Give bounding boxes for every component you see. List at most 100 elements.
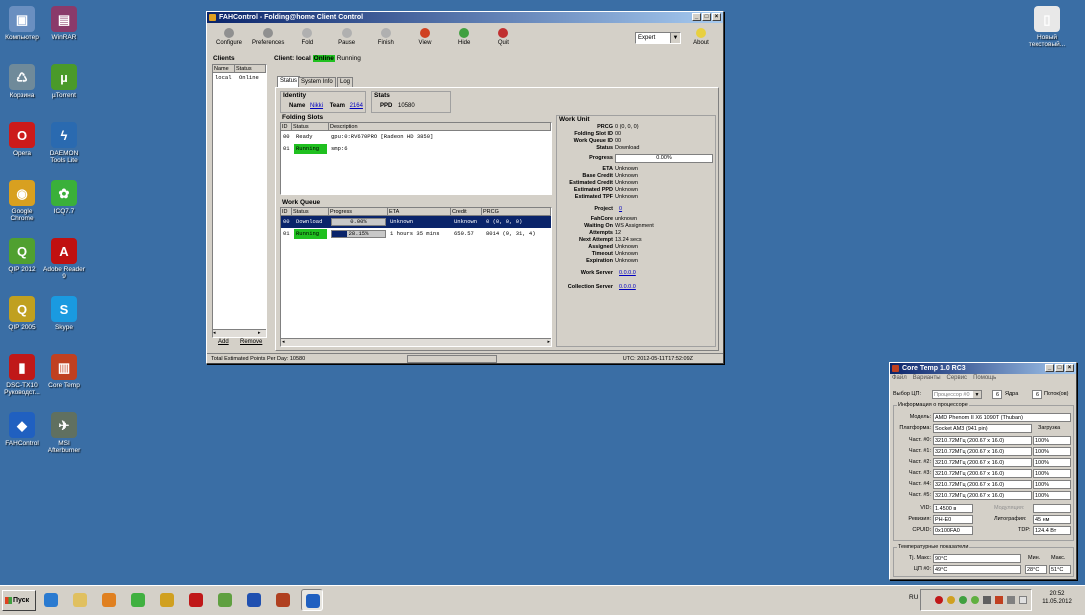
desktop-icon[interactable]: ϟ DAEMON Tools Lite	[42, 122, 86, 164]
scroll-left-icon[interactable]: ◂	[213, 330, 221, 336]
queue-col-eta[interactable]: ETA	[388, 208, 451, 216]
queue-col-progress[interactable]: Progress	[329, 208, 388, 216]
queue-row[interactable]: 01 Running 28.15% 1 hours 35 mins 650.57 8014…	[281, 228, 551, 240]
chevron-down-icon[interactable]: ▼	[670, 33, 680, 43]
desktop-icon[interactable]: ✈ MSI Afterburner	[42, 412, 86, 454]
menu-item[interactable]: Помощь	[973, 375, 996, 381]
tab-log[interactable]: Log	[337, 77, 354, 87]
desktop-icon[interactable]: ◆ FAHControl	[0, 412, 44, 447]
coretemp-titlebar[interactable]: Core Temp 1.0 RC3 _ □ ×	[890, 363, 1076, 374]
tray-chrome-icon[interactable]	[947, 596, 955, 604]
queue-col-credit[interactable]: Credit	[451, 208, 482, 216]
start-button[interactable]: Пуск	[2, 590, 36, 611]
taskbar-qip-button[interactable]	[214, 589, 236, 611]
slots-col-status[interactable]: Status	[292, 123, 329, 131]
queue-col-prcg[interactable]: PRCG	[482, 208, 551, 216]
modulation-label: Модуляция:	[994, 505, 1025, 511]
tab-status[interactable]: Status	[277, 76, 301, 87]
wu-link[interactable]: 0	[619, 206, 622, 212]
queue-row[interactable]: 00 Download 0.00% Unknown Unknown 0 (0, 0, 0)	[281, 216, 551, 228]
queue-col-id[interactable]: ID	[281, 208, 292, 216]
taskbar-chrome-button[interactable]	[156, 589, 178, 611]
desktop-icon[interactable]: Q QIP 2012	[0, 238, 44, 273]
desktop-icon[interactable]: S Skype	[42, 296, 86, 331]
desktop-icon[interactable]: Q QIP 2005	[0, 296, 44, 331]
taskbar-media-player-button[interactable]	[98, 589, 120, 611]
folding-slots-table[interactable]: ID Status Description 00 Ready gpu:0:RV670…	[280, 122, 552, 195]
desktop-icon[interactable]: ▥ Core Temp	[42, 354, 86, 389]
close-button[interactable]: ×	[1065, 364, 1074, 372]
taskbar-explorer-button[interactable]	[69, 589, 91, 611]
scroll-left-icon[interactable]: ◂	[282, 339, 285, 345]
team-link[interactable]: 2164	[350, 103, 363, 109]
desktop-icon[interactable]: O Opera	[0, 122, 44, 157]
about-button[interactable]: About	[683, 28, 719, 46]
mode-select[interactable]: Expert ▼	[635, 32, 681, 44]
tray-opera-icon[interactable]	[935, 596, 943, 604]
remove-button[interactable]: Remove	[240, 339, 262, 345]
toolbar-quit-button[interactable]: Quit	[485, 28, 521, 46]
desktop-icon[interactable]: ◉ Google Chrome	[0, 180, 44, 222]
tray-flag-icon[interactable]	[1019, 596, 1027, 604]
taskbar-fahcontrol-button[interactable]	[301, 589, 323, 611]
menu-item[interactable]: Варианты	[913, 375, 941, 381]
work-queue-table[interactable]: ID Status Progress ETA Credit PRCG 00 Dow…	[280, 207, 552, 347]
slots-col-id[interactable]: ID	[281, 123, 292, 131]
tray-coretemp-icon[interactable]	[995, 596, 1003, 604]
toolbar-pause-button[interactable]: Pause	[329, 28, 365, 46]
tray-network-icon[interactable]	[983, 596, 991, 604]
queue-hscrollbar[interactable]: ◂ ▸	[281, 338, 551, 346]
tab-system-info[interactable]: System Info	[298, 77, 336, 87]
desktop-icon[interactable]: ♺ Корзина	[0, 64, 44, 99]
desktop-icon[interactable]: ▯ Новый текстовый...	[1025, 6, 1069, 48]
language-indicator[interactable]: RU	[909, 594, 918, 601]
toolbar-fold-button[interactable]: Fold	[289, 28, 325, 46]
toolbar-finish-button[interactable]: Finish	[368, 28, 404, 46]
toolbar-configure-button[interactable]: Configure	[211, 28, 247, 46]
slot-row[interactable]: 01 Running smp:6	[281, 143, 551, 155]
tray-volume-icon[interactable]	[1007, 596, 1015, 604]
taskbar-ie-button[interactable]	[40, 589, 62, 611]
desktop-icon[interactable]: ▤ WinRAR	[42, 6, 86, 41]
toolbar-view-button[interactable]: View	[407, 28, 443, 46]
add-button[interactable]: Add	[218, 339, 229, 345]
clock[interactable]: 20:52 11.05.2012	[1033, 590, 1081, 606]
clients-list[interactable]: Name Status local Online ◂ ▸	[212, 64, 267, 338]
taskbar-opera-button[interactable]	[185, 589, 207, 611]
chevron-down-icon[interactable]: ▼	[973, 391, 981, 398]
close-button[interactable]: ×	[712, 13, 721, 21]
queue-col-status[interactable]: Status	[292, 208, 329, 216]
slots-col-description[interactable]: Description	[329, 123, 551, 131]
toolbar-preferences-button[interactable]: Preferences	[250, 28, 286, 46]
tray-utorrent-icon[interactable]	[959, 596, 967, 604]
minimize-button[interactable]: _	[692, 13, 701, 21]
fah-titlebar[interactable]: FAHControl - Folding@home Client Control…	[207, 12, 723, 23]
scroll-right-icon[interactable]: ▸	[547, 339, 550, 345]
clients-hscrollbar[interactable]: ◂ ▸	[213, 329, 266, 337]
toolbar-hide-button[interactable]: Hide	[446, 28, 482, 46]
tray-icq-icon[interactable]	[971, 596, 979, 604]
desktop-icon[interactable]: ▮ DSC-TX10 Руководст...	[0, 354, 44, 396]
desktop-icon[interactable]: A Adobe Reader 9	[42, 238, 86, 280]
slot-row[interactable]: 00 Ready gpu:0:RV670PRO [Radeon HD 3850]	[281, 131, 551, 143]
client-row-local[interactable]: local Online	[213, 73, 266, 83]
desktop-icon[interactable]: ▣ Компьютер	[0, 6, 44, 41]
cpu-select[interactable]: Процессор #0 ▼	[932, 390, 982, 399]
wu-link[interactable]: 0.0.0.0	[619, 270, 636, 276]
taskbar-coretemp-button[interactable]	[272, 589, 294, 611]
wu-link[interactable]: 0.0.0.0	[619, 284, 636, 290]
identity-name-link[interactable]: Nikki	[310, 103, 323, 109]
maximize-button[interactable]: □	[1055, 364, 1064, 372]
taskbar-word-button[interactable]	[243, 589, 265, 611]
menu-item[interactable]: Файл	[892, 375, 907, 381]
taskbar-icq-button[interactable]	[127, 589, 149, 611]
clients-col-name[interactable]: Name	[213, 65, 235, 73]
scroll-right-icon[interactable]: ▸	[258, 330, 266, 336]
desktop-icon[interactable]: µ µTorrent	[42, 64, 86, 99]
minimize-button[interactable]: _	[1045, 364, 1054, 372]
menu-item[interactable]: Сервис	[947, 375, 968, 381]
maximize-button[interactable]: □	[702, 13, 711, 21]
desktop-icon[interactable]: ✿ ICQ7.7	[42, 180, 86, 215]
clients-col-status[interactable]: Status	[235, 65, 266, 73]
core-freq-label: Част. #3:	[908, 470, 931, 476]
